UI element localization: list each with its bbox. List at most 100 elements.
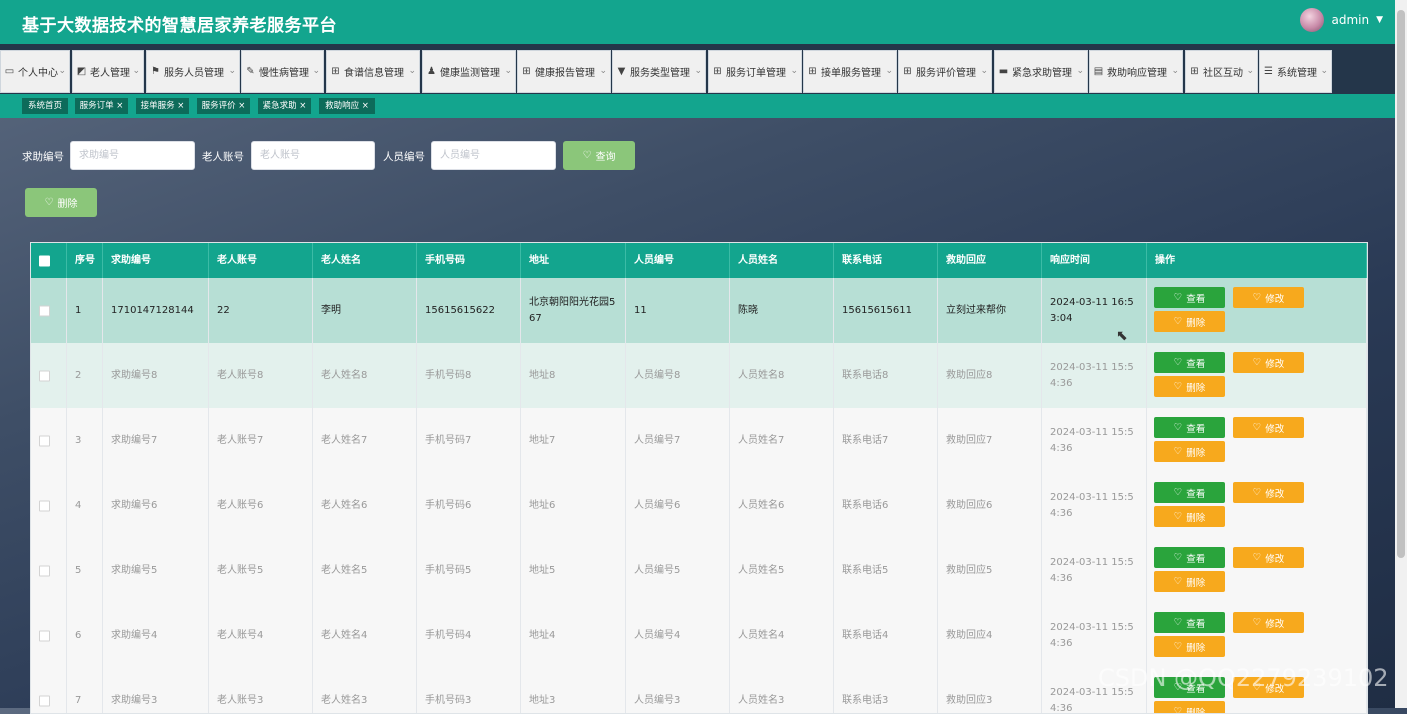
elder-account-input[interactable] <box>251 141 375 170</box>
tab-4[interactable]: 紧急求助 × <box>258 98 311 114</box>
nav-item-11[interactable]: ▬紧急求助管理⌄ <box>994 50 1088 93</box>
chevron-down-icon: ⌄ <box>980 66 988 76</box>
nav-item-2[interactable]: ⚑服务人员管理⌄ <box>146 50 240 93</box>
cell-text: 李明 <box>321 303 341 319</box>
delete-button[interactable]: ♡删除 <box>1154 636 1225 657</box>
edit-button[interactable]: ♡修改 <box>1233 287 1304 308</box>
cell-text: 地址3 <box>529 693 555 709</box>
row-checkbox[interactable] <box>39 500 50 511</box>
bulk-delete-button[interactable]: ♡ 删除 <box>25 188 97 217</box>
cell-text: 人员姓名8 <box>738 368 784 384</box>
help-no-input[interactable] <box>70 141 195 170</box>
caret-down-icon[interactable]: ▼ <box>1376 15 1383 25</box>
cell-text: 救助回应5 <box>946 563 992 579</box>
row-checkbox[interactable] <box>39 305 50 316</box>
row-checkbox[interactable] <box>39 435 50 446</box>
nav-item-5[interactable]: ♟健康监测管理⌄ <box>422 50 516 93</box>
edit-button-label: 修改 <box>1265 421 1284 435</box>
row-checkbox[interactable] <box>39 370 50 381</box>
view-button[interactable]: ♡查看 <box>1154 352 1225 373</box>
delete-button[interactable]: ♡删除 <box>1154 311 1225 332</box>
delete-button[interactable]: ♡删除 <box>1154 506 1225 527</box>
delete-button[interactable]: ♡删除 <box>1154 441 1225 462</box>
table-cell: 老人账号7 <box>209 408 313 473</box>
table-cell: 地址4 <box>521 603 626 668</box>
tab-3[interactable]: 服务评价 × <box>197 98 250 114</box>
nav-item-13[interactable]: ⊞社区互动⌄ <box>1185 50 1258 93</box>
nav-item-4[interactable]: ⊞食谱信息管理⌄ <box>326 50 420 93</box>
avatar[interactable] <box>1300 8 1324 32</box>
username[interactable]: admin <box>1331 13 1369 27</box>
tab-0[interactable]: 系统首页 <box>22 98 68 114</box>
nav-item-3[interactable]: ✎慢性病管理⌄ <box>241 50 324 93</box>
view-button[interactable]: ♡查看 <box>1154 482 1225 503</box>
table-cell: 地址 <box>521 243 626 278</box>
table-row[interactable]: 3求助编号7老人账号7老人姓名7手机号码7地址7人员编号7人员姓名7联系电话7救… <box>31 408 1367 474</box>
table-cell: 2024-03-11 15:5 4:36 <box>1042 473 1147 538</box>
scrollbar[interactable] <box>1395 0 1407 708</box>
row-checkbox[interactable] <box>39 565 50 576</box>
nav-item-0[interactable]: ▭个人中心⌄ <box>0 50 70 93</box>
delete-button[interactable]: ♡删除 <box>1154 376 1225 397</box>
table-cell: 老人账号5 <box>209 538 313 603</box>
nav-item-1[interactable]: ◩老人管理⌄ <box>72 50 144 93</box>
row-checkbox[interactable] <box>39 695 50 706</box>
table-cell: 救助回应8 <box>938 343 1042 408</box>
cell-text: 求助编号3 <box>111 693 157 709</box>
cell-text: 联系电话5 <box>842 563 888 579</box>
chart-icon: ◩ <box>76 66 87 77</box>
query-button[interactable]: ♡ 查询 <box>563 141 635 170</box>
user-menu[interactable]: admin ▼ <box>1300 8 1383 32</box>
column-header: 老人姓名 <box>321 253 361 269</box>
heart-icon: ♡ <box>1253 422 1262 433</box>
select-all-checkbox[interactable] <box>39 255 50 266</box>
nav-item-9[interactable]: ⊞接单服务管理⌄ <box>803 50 897 93</box>
delete-button[interactable]: ♡删除 <box>1154 571 1225 592</box>
table-row[interactable]: 5求助编号5老人账号5老人姓名5手机号码5地址5人员编号5人员姓名5联系电话5救… <box>31 538 1367 604</box>
view-button[interactable]: ♡查看 <box>1154 612 1225 633</box>
edit-button[interactable]: ♡修改 <box>1233 612 1304 633</box>
view-button[interactable]: ♡查看 <box>1154 547 1225 568</box>
table-cell: ♡查看 ♡修改 ♡删除 <box>1147 278 1367 343</box>
table-row[interactable]: 2求助编号8老人账号8老人姓名8手机号码8地址8人员编号8人员姓名8联系电话8救… <box>31 343 1367 409</box>
pen-icon: ✎ <box>245 66 256 77</box>
column-header: 求助编号 <box>111 253 151 269</box>
tab-5[interactable]: 救助响应 × <box>319 98 375 114</box>
nav-item-8[interactable]: ⊞服务订单管理⌄ <box>708 50 802 93</box>
nav-item-6[interactable]: ⊞健康报告管理⌄ <box>517 50 611 93</box>
view-button[interactable]: ♡查看 <box>1154 417 1225 438</box>
staff-no-input[interactable] <box>431 141 556 170</box>
cell-text: 老人姓名5 <box>321 563 367 579</box>
nav-item-label: 救助响应管理 <box>1107 64 1167 79</box>
heart-icon: ♡ <box>1174 381 1183 392</box>
edit-button[interactable]: ♡修改 <box>1233 417 1304 438</box>
scrollbar-thumb[interactable] <box>1397 10 1405 558</box>
view-button[interactable]: ♡查看 <box>1154 287 1225 308</box>
table-cell: ♡查看 ♡修改 ♡删除 <box>1147 538 1367 603</box>
cell-text: 求助编号7 <box>111 433 157 449</box>
table-cell <box>31 473 67 538</box>
edit-button[interactable]: ♡修改 <box>1233 352 1304 373</box>
table-cell: 5 <box>67 538 103 603</box>
table-row[interactable]: 4求助编号6老人账号6老人姓名6手机号码6地址6人员编号6人员姓名6联系电话6救… <box>31 473 1367 539</box>
cell-text: 地址8 <box>529 368 555 384</box>
edit-button-label: 修改 <box>1265 551 1284 565</box>
nav-item-7[interactable]: ▼服务类型管理⌄ <box>612 50 706 93</box>
nav-item-10[interactable]: ⊞服务评价管理⌄ <box>898 50 992 93</box>
cell-text: 手机号码6 <box>425 498 471 514</box>
edit-button[interactable]: ♡修改 <box>1233 547 1304 568</box>
table-cell: 人员编号6 <box>626 473 730 538</box>
nav-item-12[interactable]: ▤救助响应管理⌄ <box>1089 50 1183 93</box>
cell-text: 11 <box>634 303 647 319</box>
edit-button[interactable]: ♡修改 <box>1233 482 1304 503</box>
row-checkbox[interactable] <box>39 630 50 641</box>
table-cell: 人员姓名 <box>730 243 834 278</box>
tab-2[interactable]: 接单服务 × <box>136 98 189 114</box>
column-header: 联系电话 <box>842 253 882 269</box>
table-cell: 人员编号3 <box>626 668 730 714</box>
nav-item-14[interactable]: ☰系统管理⌄ <box>1259 50 1332 93</box>
table-row[interactable]: 6求助编号4老人账号4老人姓名4手机号码4地址4人员编号4人员姓名4联系电话4救… <box>31 603 1367 669</box>
table-row[interactable]: 1171014712814422李明15615615622北京朝阳阳光花园5 6… <box>31 278 1367 344</box>
tab-1[interactable]: 服务订单 × <box>75 98 128 114</box>
chevron-down-icon: ⌄ <box>228 66 236 76</box>
